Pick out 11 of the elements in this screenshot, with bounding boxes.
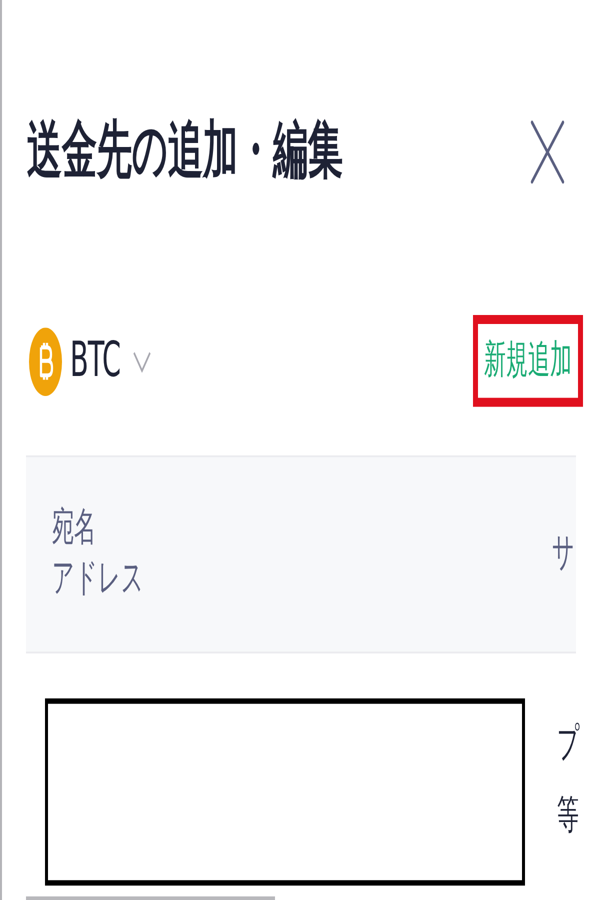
column-header: 宛名: [52, 504, 97, 553]
column-header: アドレス: [52, 555, 144, 604]
scrollbar-thumb[interactable]: [26, 896, 275, 900]
coin-icon: [29, 326, 62, 396]
cell-text: 等: [557, 792, 580, 841]
dialog-title: 送金先の追加・編集: [27, 115, 343, 188]
chevron-down-icon: [133, 350, 152, 372]
column-header: サ: [552, 530, 575, 578]
currency-selector[interactable]: BTC: [29, 326, 152, 396]
cell-text: プ: [557, 720, 580, 769]
close-icon[interactable]: [530, 120, 565, 183]
